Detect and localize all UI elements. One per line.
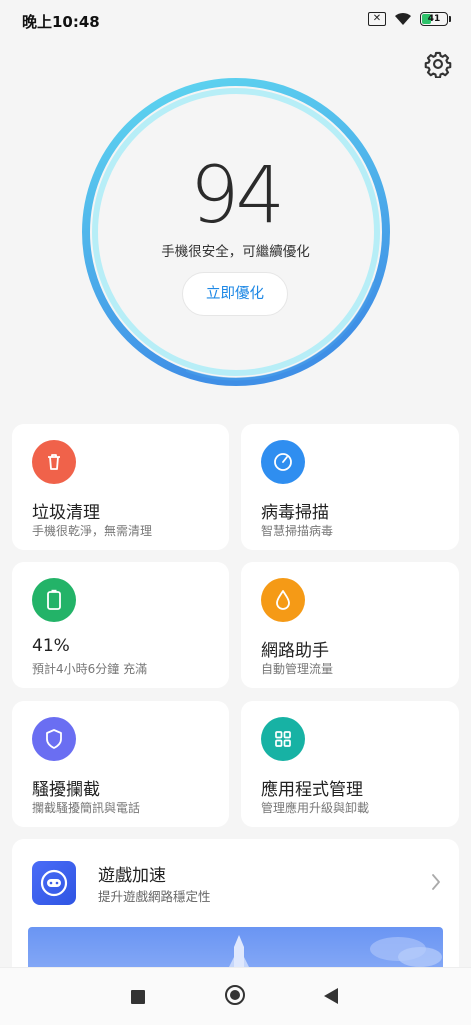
card-subtitle: 手機很乾淨，無需清理 [32, 524, 153, 538]
virus-scan-card[interactable]: 病毒掃描 智慧掃描病毒 [241, 424, 459, 550]
grid-icon [261, 717, 305, 761]
app-manager-card[interactable]: 應用程式管理 管理應用升級與卸載 [241, 701, 459, 827]
game-booster-subtitle: 提升遊戲網路穩定性 [98, 889, 211, 904]
status-icons: ✕ 41 [368, 12, 451, 26]
card-subtitle: 預計4小時6分鐘 充滿 [32, 662, 148, 676]
harassment-block-card[interactable]: 騷擾攔截 攔截騷擾簡訊與電話 [12, 701, 229, 827]
optimize-now-button[interactable]: 立即優化 [182, 272, 288, 316]
battery-card[interactable]: 41% 預計4小時6分鐘 充滿 [12, 562, 229, 688]
trash-icon [32, 440, 76, 484]
card-title: 41% [32, 636, 70, 656]
scan-icon [261, 440, 305, 484]
score-status-text: 手機很安全，可繼續優化 [161, 244, 310, 260]
recent-apps-icon[interactable] [131, 990, 145, 1004]
home-icon[interactable] [225, 985, 245, 1005]
sim-disabled-icon: ✕ [368, 12, 386, 26]
battery-level: 41 [427, 14, 441, 24]
back-icon[interactable] [324, 988, 338, 1004]
card-title: 網路助手 [261, 641, 329, 661]
battery-status-icon: 41 [420, 12, 448, 26]
card-subtitle: 自動管理流量 [261, 662, 334, 676]
card-title: 騷擾攔截 [32, 780, 100, 800]
security-score: 94 [189, 151, 285, 241]
card-subtitle: 智慧掃描病毒 [261, 524, 334, 538]
shield-icon [32, 717, 76, 761]
battery-icon [32, 578, 76, 622]
card-title: 病毒掃描 [261, 503, 329, 523]
status-time: 晚上10:48 [22, 13, 100, 31]
gear-icon [424, 51, 452, 79]
settings-button[interactable] [424, 50, 452, 79]
chevron-right-icon [432, 874, 440, 890]
card-title: 垃圾清理 [32, 503, 100, 523]
network-assistant-card[interactable]: 網路助手 自動管理流量 [241, 562, 459, 688]
wifi-icon [395, 12, 411, 25]
gamepad-icon [32, 861, 76, 905]
status-bar: 晚上10:48 ✕ 41 [0, 0, 471, 40]
junk-cleaner-card[interactable]: 垃圾清理 手機很乾淨，無需清理 [12, 424, 229, 550]
system-nav-bar [0, 967, 471, 1025]
drop-icon [261, 578, 305, 622]
card-title: 應用程式管理 [261, 780, 363, 800]
game-booster-title: 遊戲加速 [98, 866, 166, 886]
card-subtitle: 攔截騷擾簡訊與電話 [32, 801, 141, 815]
card-subtitle: 管理應用升級與卸載 [261, 801, 370, 815]
